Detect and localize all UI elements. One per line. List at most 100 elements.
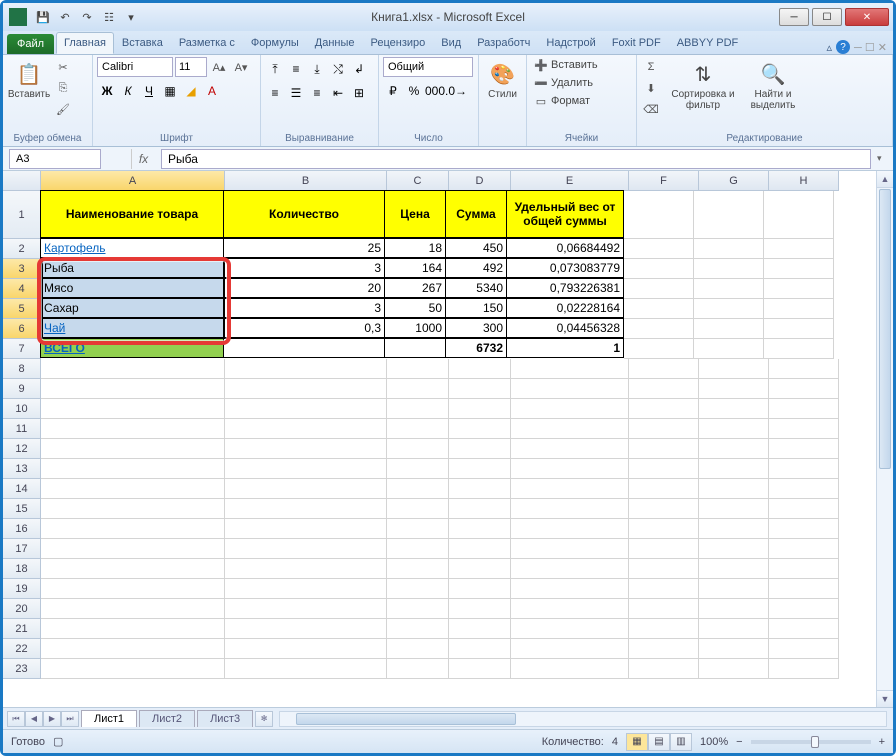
cell[interactable] bbox=[41, 619, 225, 639]
cell[interactable] bbox=[769, 619, 839, 639]
cell[interactable] bbox=[511, 619, 629, 639]
ribbon-tab-7[interactable]: Разработч bbox=[469, 32, 538, 54]
row-header-18[interactable]: 18 bbox=[3, 559, 41, 579]
ribbon-tab-4[interactable]: Данные bbox=[307, 32, 363, 54]
cell[interactable] bbox=[225, 519, 387, 539]
cell[interactable]: Картофель bbox=[40, 238, 224, 258]
paste-button[interactable]: 📋 Вставить bbox=[7, 57, 51, 102]
col-header-D[interactable]: D bbox=[449, 171, 511, 191]
cell[interactable] bbox=[764, 279, 834, 299]
cell[interactable] bbox=[225, 379, 387, 399]
cell[interactable] bbox=[387, 359, 449, 379]
align-middle-icon[interactable]: ≡ bbox=[286, 59, 306, 79]
orientation-icon[interactable]: ⤭ bbox=[328, 59, 348, 79]
currency-icon[interactable]: ₽ bbox=[383, 81, 403, 101]
normal-view-button[interactable]: ▦ bbox=[626, 733, 648, 751]
cell[interactable] bbox=[225, 639, 387, 659]
row-header-10[interactable]: 10 bbox=[3, 399, 41, 419]
cell[interactable] bbox=[769, 419, 839, 439]
ribbon-tab-5[interactable]: Рецензиро bbox=[363, 32, 434, 54]
cell[interactable] bbox=[764, 259, 834, 279]
cell[interactable] bbox=[624, 191, 694, 239]
cell[interactable] bbox=[225, 499, 387, 519]
cell[interactable] bbox=[449, 619, 511, 639]
cell[interactable] bbox=[387, 459, 449, 479]
cell[interactable] bbox=[511, 459, 629, 479]
hscroll-thumb[interactable] bbox=[296, 713, 516, 725]
bold-button[interactable]: Ж bbox=[97, 81, 117, 101]
autosum-icon[interactable]: Σ bbox=[641, 57, 661, 77]
col-header-G[interactable]: G bbox=[699, 171, 769, 191]
cell[interactable] bbox=[699, 419, 769, 439]
cell[interactable] bbox=[624, 339, 694, 359]
cell[interactable] bbox=[449, 599, 511, 619]
cell[interactable] bbox=[387, 519, 449, 539]
quickprint-icon[interactable]: ☷ bbox=[99, 7, 119, 27]
cell[interactable] bbox=[699, 399, 769, 419]
cell[interactable]: 0,02228164 bbox=[506, 298, 624, 318]
decrease-indent-icon[interactable]: ⇤ bbox=[328, 83, 348, 103]
cell[interactable]: 0,793226381 bbox=[506, 278, 624, 298]
row-header-20[interactable]: 20 bbox=[3, 599, 41, 619]
format-cells-button[interactable]: ▭Формат bbox=[531, 93, 593, 109]
cell[interactable] bbox=[41, 479, 225, 499]
cell[interactable] bbox=[769, 519, 839, 539]
align-left-icon[interactable]: ≡ bbox=[265, 83, 285, 103]
cell[interactable]: 25 bbox=[223, 238, 385, 258]
cell[interactable] bbox=[449, 439, 511, 459]
cell[interactable] bbox=[387, 379, 449, 399]
cell[interactable] bbox=[629, 559, 699, 579]
cell[interactable] bbox=[449, 579, 511, 599]
cell[interactable] bbox=[699, 519, 769, 539]
copy-icon[interactable]: ⎘ bbox=[53, 78, 73, 98]
cell[interactable] bbox=[769, 379, 839, 399]
row-header-6[interactable]: 6 bbox=[3, 319, 41, 339]
cell[interactable] bbox=[699, 599, 769, 619]
cell[interactable] bbox=[225, 539, 387, 559]
cell[interactable] bbox=[629, 419, 699, 439]
fx-button[interactable]: fx bbox=[131, 149, 155, 169]
cell[interactable] bbox=[387, 559, 449, 579]
cell[interactable] bbox=[387, 619, 449, 639]
cell[interactable] bbox=[629, 499, 699, 519]
cell[interactable]: Наименование товара bbox=[40, 190, 224, 238]
cell[interactable] bbox=[41, 379, 225, 399]
ribbon-tab-0[interactable]: Главная bbox=[56, 32, 114, 54]
scroll-up-icon[interactable]: ▲ bbox=[877, 171, 893, 188]
cell[interactable] bbox=[694, 319, 764, 339]
row-header-1[interactable]: 1 bbox=[3, 191, 41, 239]
cell[interactable] bbox=[41, 659, 225, 679]
name-box[interactable]: A3 bbox=[9, 149, 101, 169]
cell[interactable] bbox=[225, 419, 387, 439]
cell[interactable] bbox=[699, 579, 769, 599]
row-header-22[interactable]: 22 bbox=[3, 639, 41, 659]
cell[interactable] bbox=[511, 499, 629, 519]
row-header-19[interactable]: 19 bbox=[3, 579, 41, 599]
cell[interactable] bbox=[764, 339, 834, 359]
cell[interactable] bbox=[387, 399, 449, 419]
cell[interactable]: 20 bbox=[223, 278, 385, 298]
formula-input[interactable]: Рыба bbox=[161, 149, 871, 169]
cell[interactable] bbox=[225, 659, 387, 679]
cell[interactable] bbox=[629, 659, 699, 679]
cell[interactable] bbox=[624, 279, 694, 299]
cell[interactable] bbox=[387, 579, 449, 599]
cell[interactable]: 300 bbox=[445, 318, 507, 338]
cell[interactable] bbox=[694, 239, 764, 259]
cell[interactable] bbox=[769, 359, 839, 379]
file-tab[interactable]: Файл bbox=[7, 34, 54, 54]
cell[interactable]: 0,073083779 bbox=[506, 258, 624, 278]
percent-icon[interactable]: % bbox=[404, 81, 424, 101]
cell[interactable] bbox=[41, 579, 225, 599]
cell[interactable] bbox=[41, 639, 225, 659]
row-header-9[interactable]: 9 bbox=[3, 379, 41, 399]
scroll-down-icon[interactable]: ▼ bbox=[877, 690, 893, 707]
sheet-nav-prev-icon[interactable]: ◀ bbox=[25, 711, 43, 727]
page-layout-view-button[interactable]: ▤ bbox=[648, 733, 670, 751]
cell[interactable] bbox=[769, 559, 839, 579]
help-icon[interactable]: ? bbox=[836, 40, 850, 54]
col-header-B[interactable]: B bbox=[225, 171, 387, 191]
cell[interactable] bbox=[511, 359, 629, 379]
cell[interactable]: Рыба bbox=[40, 258, 224, 278]
cell[interactable] bbox=[449, 419, 511, 439]
